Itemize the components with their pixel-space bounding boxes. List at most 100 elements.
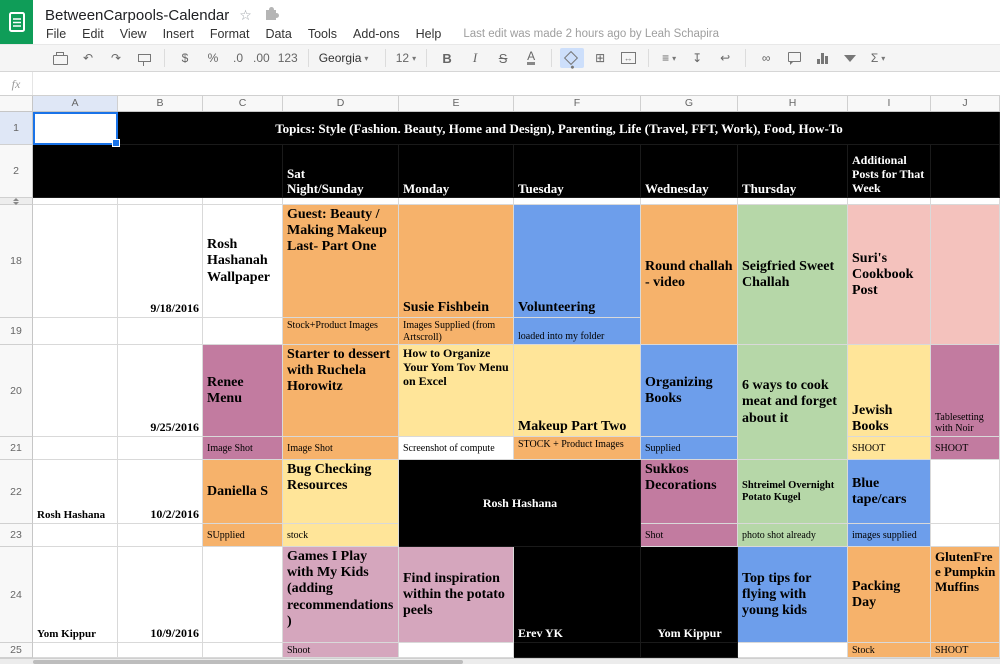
cell-D20[interactable]: Starter to dessert with Ruchela Horowitz: [283, 345, 399, 437]
cell-G20[interactable]: Organizing Books: [641, 345, 738, 437]
cell-G21[interactable]: Supplied: [641, 437, 738, 460]
cell-I23[interactable]: images supplied: [848, 524, 931, 547]
cell-I21[interactable]: SHOOT: [848, 437, 931, 460]
cell-J18[interactable]: [931, 205, 1000, 345]
cell-F21[interactable]: STOCK + Product Images: [514, 437, 641, 460]
cell-D19[interactable]: Stock+Product Images: [283, 318, 399, 345]
cell-C25[interactable]: [203, 643, 283, 658]
row-header-1[interactable]: 1: [0, 112, 33, 145]
cell-E22[interactable]: Rosh Hashana: [399, 460, 641, 547]
cell-J23[interactable]: [931, 524, 1000, 547]
column-header-I[interactable]: I: [848, 96, 931, 111]
strikethrough-button[interactable]: S: [491, 48, 515, 68]
cell-H22[interactable]: Shtreimel Overnight Potato Kugel: [738, 460, 848, 524]
menu-format[interactable]: Format: [202, 27, 258, 41]
cell-J25[interactable]: SHOOT: [931, 643, 1000, 658]
cell-B21[interactable]: [118, 437, 203, 460]
cell-G25[interactable]: [641, 643, 738, 658]
cell-D25[interactable]: Shoot: [283, 643, 399, 658]
cell-G18[interactable]: Round challah - video: [641, 205, 738, 345]
sheets-logo[interactable]: [0, 0, 33, 44]
cell-J21[interactable]: SHOOT: [931, 437, 1000, 460]
cell-D2[interactable]: Sat Night/Sunday: [283, 145, 399, 198]
cell-F2[interactable]: Tuesday: [514, 145, 641, 198]
cell-C18[interactable]: Rosh Hashanah Wallpaper: [203, 205, 283, 318]
column-header-C[interactable]: C: [203, 96, 283, 111]
row-header-24[interactable]: 24: [0, 547, 33, 643]
cell-C23[interactable]: SUpplied: [203, 524, 283, 547]
insert-link-button[interactable]: ∞: [754, 48, 778, 68]
cell-J2[interactable]: [931, 145, 1000, 198]
insert-comment-button[interactable]: [782, 48, 806, 68]
row-header-20[interactable]: 20: [0, 345, 33, 437]
redo-button[interactable]: ↷: [104, 48, 128, 68]
cell-B20[interactable]: 9/25/2016: [118, 345, 203, 437]
cell-E20[interactable]: How to Organize Your Yom Tov Menu on Exc…: [399, 345, 514, 437]
cell-E24[interactable]: Find inspiration within the potato peels: [399, 547, 514, 643]
cell-J20[interactable]: Tablesetting with Noir: [931, 345, 1000, 437]
cell-E21[interactable]: Screenshot of compute: [399, 437, 514, 460]
merge-cells-button[interactable]: ↔: [616, 48, 640, 68]
cell-C24[interactable]: [203, 547, 283, 643]
more-formats-button[interactable]: 123: [276, 48, 300, 68]
italic-button[interactable]: I: [463, 48, 487, 68]
cell-I2[interactable]: Additional Posts for That Week: [848, 145, 931, 198]
cell-E19[interactable]: Images Supplied (from Artscroll): [399, 318, 514, 345]
cell-F25[interactable]: [514, 643, 641, 658]
cell-F24[interactable]: Erev YK: [514, 547, 641, 643]
insert-chart-button[interactable]: [810, 48, 834, 68]
cell-D22[interactable]: Bug Checking Resources: [283, 460, 399, 524]
cell-B22[interactable]: 10/2/2016: [118, 460, 203, 524]
cell-H25[interactable]: [738, 643, 848, 658]
cell-B1[interactable]: Topics: Style (Fashion. Beauty, Home and…: [118, 112, 1000, 145]
cell-I22[interactable]: Blue tape/cars: [848, 460, 931, 524]
cell-H18[interactable]: Seigfried Sweet Challah: [738, 205, 848, 345]
cell-F19[interactable]: loaded into my folder: [514, 318, 641, 345]
menu-addons[interactable]: Add-ons: [345, 27, 408, 41]
horizontal-align-button[interactable]: ≡ ▾: [657, 48, 681, 68]
text-wrap-button[interactable]: ↩: [713, 48, 737, 68]
column-header-G[interactable]: G: [641, 96, 738, 111]
cell-H2[interactable]: Thursday: [738, 145, 848, 198]
cell-I18[interactable]: Suri's Cookbook Post: [848, 205, 931, 345]
menu-insert[interactable]: Insert: [155, 27, 202, 41]
column-header-F[interactable]: F: [514, 96, 641, 111]
star-icon[interactable]: ☆: [239, 8, 252, 22]
cell-G23[interactable]: Shot: [641, 524, 738, 547]
menu-file[interactable]: File: [38, 27, 74, 41]
cell-A20[interactable]: [33, 345, 118, 437]
cell-D21[interactable]: Image Shot: [283, 437, 399, 460]
puzzle-icon[interactable]: [265, 7, 279, 20]
cell-G22[interactable]: Sukkos Decorations: [641, 460, 738, 524]
cell-I25[interactable]: Stock: [848, 643, 931, 658]
cell-H24[interactable]: Top tips for flying with young kids: [738, 547, 848, 643]
menu-tools[interactable]: Tools: [300, 27, 345, 41]
cell-H23[interactable]: photo shot already: [738, 524, 848, 547]
cell-B24[interactable]: 10/9/2016: [118, 547, 203, 643]
text-color-button[interactable]: A: [519, 48, 543, 68]
increase-decimal-button[interactable]: .00: [251, 48, 272, 68]
cell-D24[interactable]: Games I Play with My Kids (adding recomm…: [283, 547, 399, 643]
decrease-decimal-button[interactable]: .0: [229, 48, 247, 68]
column-header-A[interactable]: A: [33, 96, 118, 111]
cell-E2[interactable]: Monday: [399, 145, 514, 198]
print-button[interactable]: [48, 48, 72, 68]
cell-A23[interactable]: [33, 524, 118, 547]
font-size-select[interactable]: 12 ▾: [394, 48, 418, 68]
row-header-22[interactable]: 22: [0, 460, 33, 524]
cell-A18[interactable]: [33, 205, 118, 318]
cell-A2[interactable]: [33, 145, 283, 198]
row-header-25[interactable]: 25: [0, 643, 33, 658]
fill-color-button[interactable]: [560, 48, 585, 68]
cell-F20[interactable]: Makeup Part Two: [514, 345, 641, 437]
menu-view[interactable]: View: [112, 27, 155, 41]
undo-button[interactable]: ↶: [76, 48, 100, 68]
column-header-D[interactable]: D: [283, 96, 399, 111]
select-all-corner[interactable]: [0, 96, 33, 112]
cell-A21[interactable]: [33, 437, 118, 460]
menu-edit[interactable]: Edit: [74, 27, 112, 41]
cell-J22[interactable]: [931, 460, 1000, 524]
column-header-B[interactable]: B: [118, 96, 203, 111]
menu-help[interactable]: Help: [408, 27, 450, 41]
row-header-21[interactable]: 21: [0, 437, 33, 460]
